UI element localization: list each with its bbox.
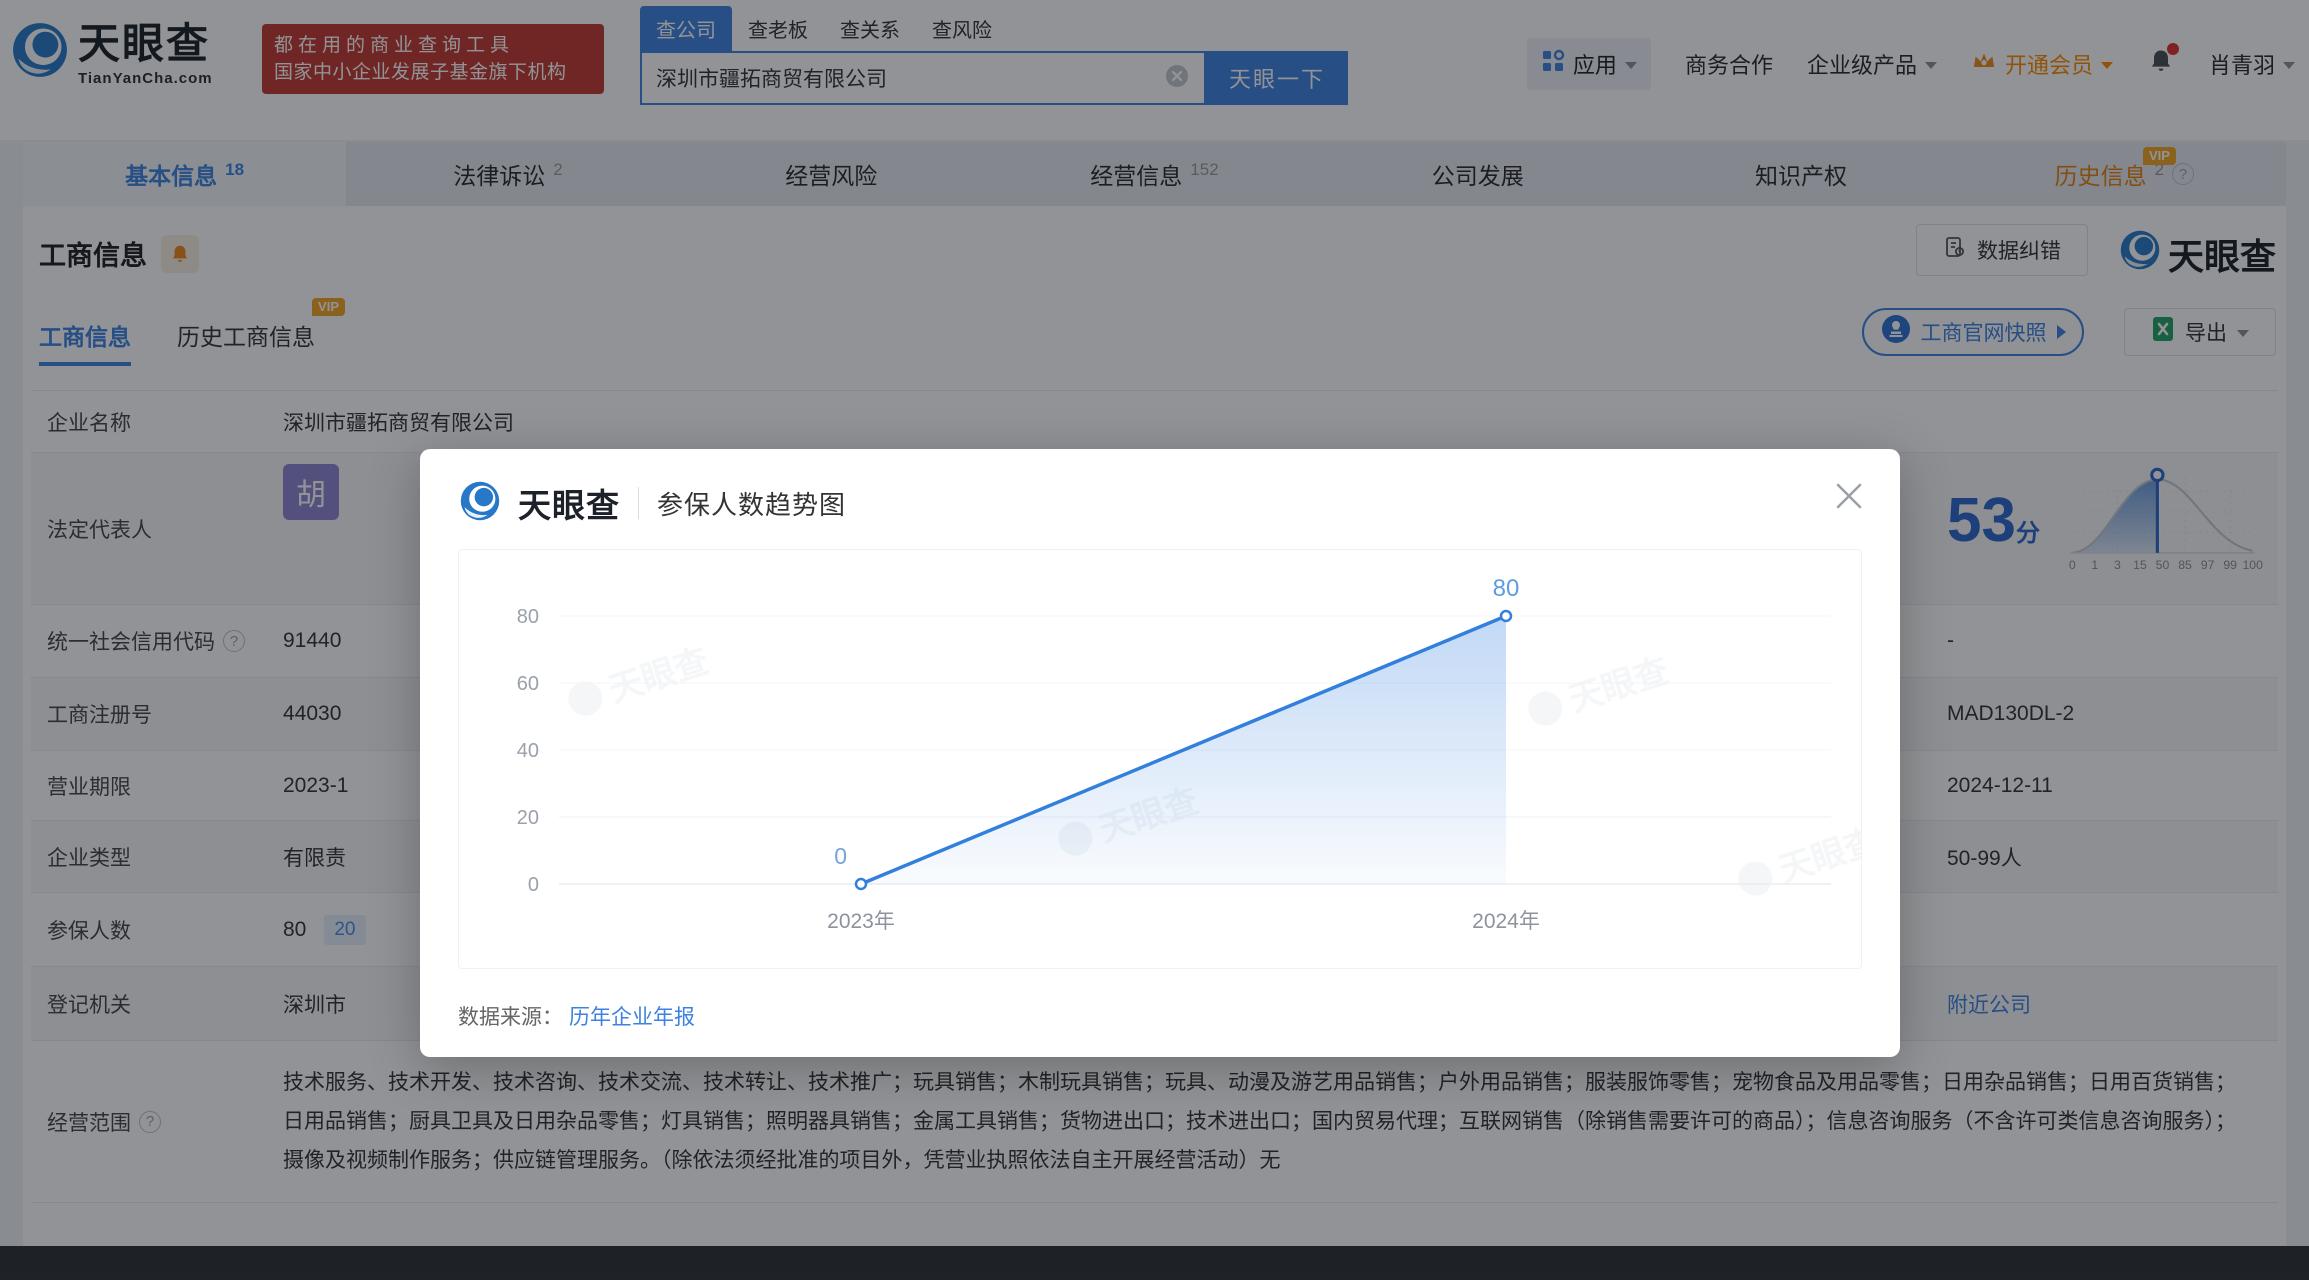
svg-text:60: 60 <box>517 673 539 695</box>
divider <box>638 487 639 519</box>
svg-text:天眼查: 天眼查 <box>1774 822 1861 890</box>
modal-brand: 天眼查 <box>518 479 620 527</box>
svg-text:40: 40 <box>517 740 539 762</box>
svg-text:2023年: 2023年 <box>827 910 895 933</box>
point-label-2024: 80 <box>1493 575 1520 602</box>
close-icon[interactable] <box>1834 481 1864 511</box>
svg-text:20: 20 <box>517 807 539 829</box>
data-point-2024 <box>1501 611 1511 621</box>
point-label-2023: 0 <box>834 843 847 869</box>
x-axis-ticks: 2023年 2024年 <box>827 910 1540 933</box>
annual-reports-link[interactable]: 历年企业年报 <box>569 1001 695 1031</box>
svg-text:2024年: 2024年 <box>1472 910 1540 933</box>
modal-title: 参保人数趋势图 <box>657 485 846 522</box>
insured-trend-modal: 天眼查 参保人数趋势图 天眼查 天眼查 天 <box>420 449 1900 1057</box>
svg-text:天眼查: 天眼查 <box>604 642 713 710</box>
page: 天眼查 TianYanCha.com 都在用的商业查询工具 国家中小企业发展子基… <box>0 0 2309 1280</box>
insured-trend-chart: 天眼查 天眼查 天眼查 天眼查 80 60 40 <box>458 549 1862 969</box>
data-source-label: 数据来源： <box>458 1001 563 1031</box>
svg-text:天眼查: 天眼查 <box>1564 652 1673 720</box>
svg-text:0: 0 <box>528 874 539 896</box>
y-axis-ticks: 80 60 40 20 0 <box>517 606 539 896</box>
svg-text:80: 80 <box>517 606 539 628</box>
tianyancha-swirl-icon <box>460 481 500 526</box>
data-point-2023 <box>856 879 866 889</box>
